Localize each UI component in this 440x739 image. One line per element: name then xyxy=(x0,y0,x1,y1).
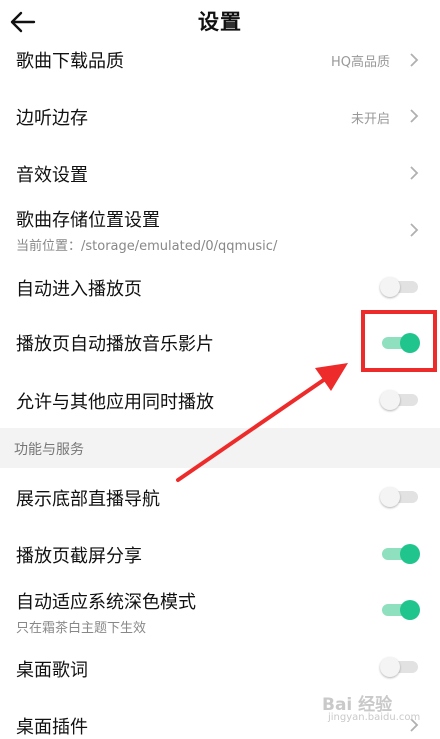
chevron-right-icon xyxy=(410,166,419,180)
toggle-switch[interactable] xyxy=(380,600,420,620)
setting-label: 音效设置 xyxy=(16,165,88,186)
toggle-switch[interactable] xyxy=(380,390,420,410)
toggle-switch[interactable] xyxy=(380,657,420,677)
toggle-switch[interactable] xyxy=(380,277,420,297)
setting-dark-mode: 自动适应系统深色模式 只在霜茶白主题下生效 xyxy=(0,586,440,642)
setting-sublabel: 只在霜茶白主题下生效 xyxy=(16,621,147,636)
setting-storage-location[interactable]: 歌曲存储位置设置 当前位置：/storage/emulated/0/qqmusi… xyxy=(0,204,440,260)
setting-label: 播放页截屏分享 xyxy=(16,546,142,567)
setting-label: 自动适应系统深色模式 xyxy=(16,592,196,613)
chevron-right-icon xyxy=(410,109,419,123)
setting-auto-enter-player: 自动进入播放页 xyxy=(0,267,440,307)
highlight-box xyxy=(361,310,437,372)
watermark-subtext: jingyan.baidu.com xyxy=(328,712,421,723)
setting-value: HQ高品质 xyxy=(330,55,390,70)
chevron-right-icon xyxy=(410,53,419,67)
setting-label: 允许与其他应用同时播放 xyxy=(16,392,214,413)
setting-label: 歌曲下载品质 xyxy=(16,51,124,72)
top-bar: 设置 xyxy=(0,0,440,44)
setting-live-navigation: 展示底部直播导航 xyxy=(0,477,440,517)
setting-screenshot-share: 播放页截屏分享 xyxy=(0,534,440,574)
toggle-switch[interactable] xyxy=(380,544,420,564)
setting-label: 展示底部直播导航 xyxy=(16,489,160,510)
setting-sublabel: 当前位置：/storage/emulated/0/qqmusic/ xyxy=(16,239,278,254)
setting-play-with-other-apps: 允许与其他应用同时播放 xyxy=(0,380,440,420)
setting-listen-and-save[interactable]: 边听边存 未开启 xyxy=(0,96,440,136)
setting-label: 歌曲存储位置设置 xyxy=(16,210,160,231)
setting-sound-effects[interactable]: 音效设置 xyxy=(0,153,440,193)
section-title: 功能与服务 xyxy=(14,442,84,458)
setting-desktop-lyrics: 桌面歌词 xyxy=(0,648,440,688)
chevron-right-icon xyxy=(410,223,419,237)
setting-label: 桌面歌词 xyxy=(16,660,88,681)
setting-label: 播放页自动播放音乐影片 xyxy=(16,334,214,355)
setting-download-quality[interactable]: 歌曲下载品质 HQ高品质 xyxy=(0,44,440,76)
toggle-switch[interactable] xyxy=(380,487,420,507)
page-title: 设置 xyxy=(198,10,242,34)
section-header: 功能与服务 xyxy=(0,428,440,468)
setting-label: 自动进入播放页 xyxy=(16,279,142,300)
setting-label: 边听边存 xyxy=(16,108,88,129)
setting-value: 未开启 xyxy=(350,112,390,127)
setting-label: 桌面插件 xyxy=(16,717,88,738)
